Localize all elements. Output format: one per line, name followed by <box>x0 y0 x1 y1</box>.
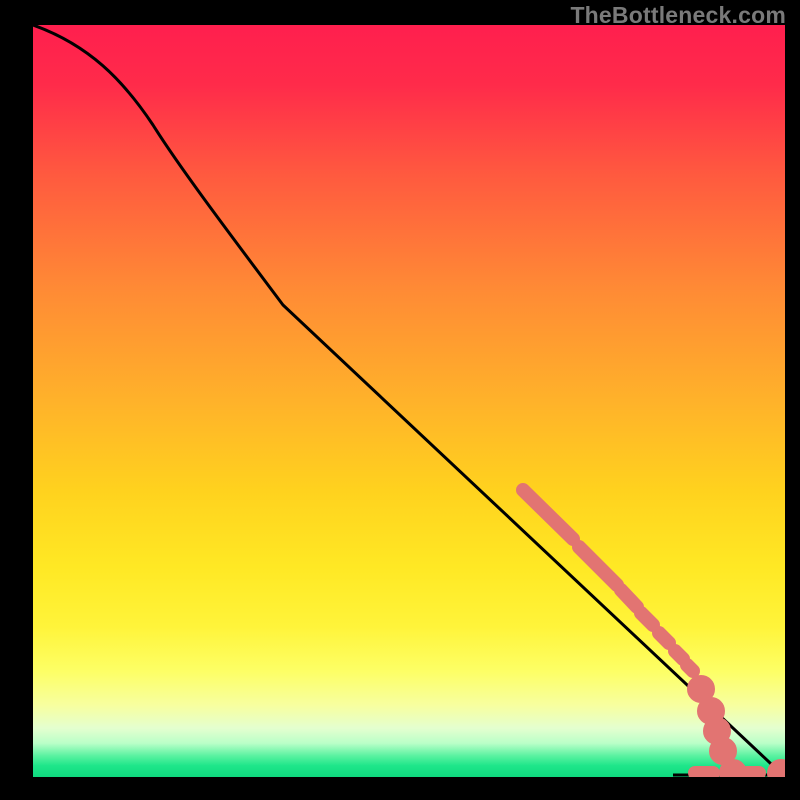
chart-plot <box>33 25 785 777</box>
chart-stage: TheBottleneck.com <box>0 0 800 800</box>
gradient-bg <box>33 25 785 777</box>
chart-svg <box>33 25 785 777</box>
